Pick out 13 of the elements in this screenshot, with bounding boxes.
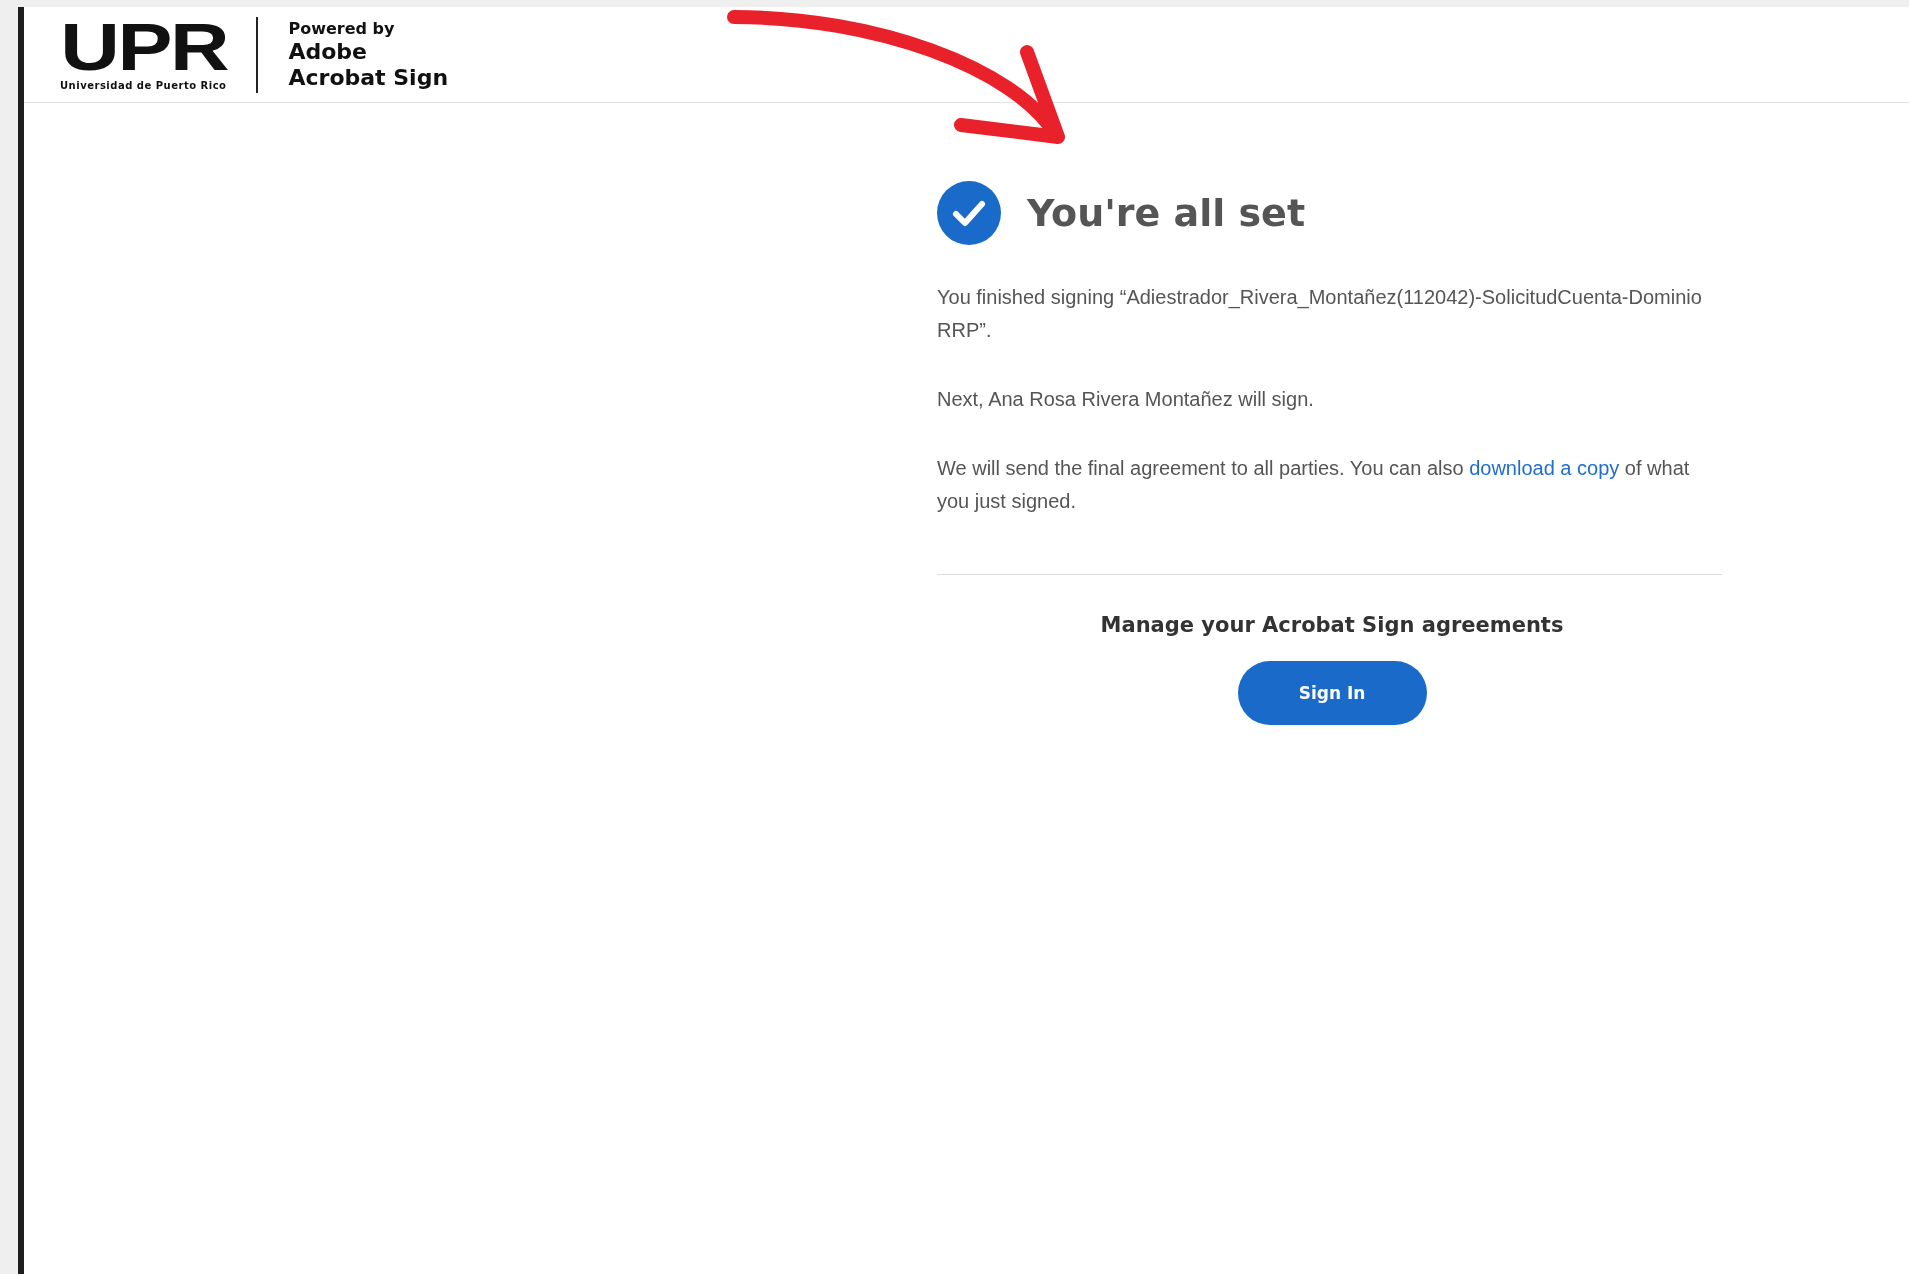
logo-subtitle: Universidad de Puerto Rico <box>60 80 227 91</box>
confirmation-title: You're all set <box>1027 191 1306 235</box>
download-link[interactable]: download a copy <box>1469 457 1620 479</box>
product-name: Acrobat Sign <box>288 64 449 91</box>
logo-text: UPR <box>59 18 227 76</box>
manage-heading: Manage your Acrobat Sign agreements <box>1100 613 1564 637</box>
message-paragraph: Next, Ana Rosa Rivera Montañez will sign. <box>937 387 1315 412</box>
message-paragraph: You finished signing “Adiestrador_Rivera_Montañez(112042)-SolicitudCuenta-Dominio RRP”. <box>937 285 1703 343</box>
message-paragraph: We will send the final agreement to all parties. You can also download a copy of what you just signed. <box>937 456 1691 514</box>
checkmark-icon <box>937 181 1001 245</box>
powered-by-text: Powered by <box>288 18 396 39</box>
product-name: Adobe <box>288 38 369 65</box>
sign-in-button[interactable]: Sign In <box>1237 661 1427 725</box>
